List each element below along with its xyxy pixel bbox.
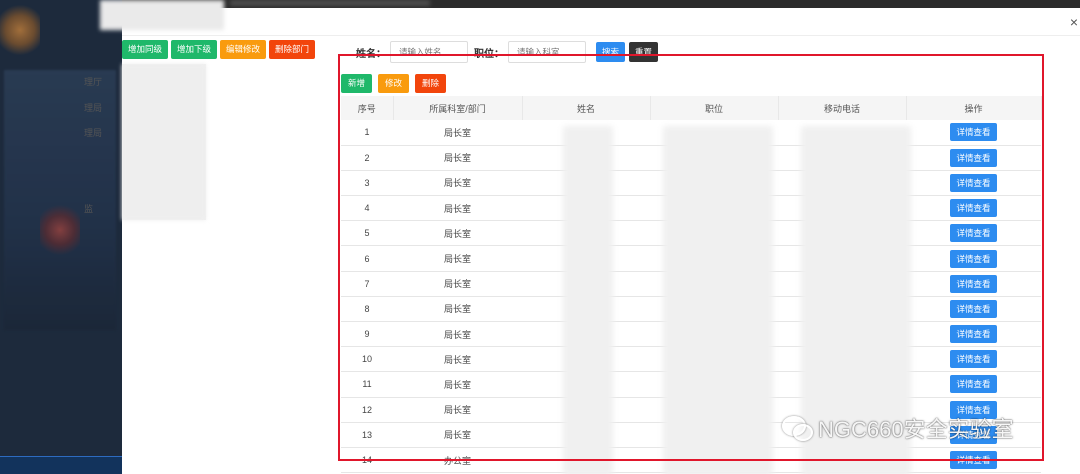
blurred-decoration xyxy=(40,200,80,260)
cell-operation: 详情查看 xyxy=(906,296,1041,323)
search-bar: 姓名： 职位： 搜索 重置 xyxy=(356,40,659,64)
detail-view-button[interactable]: 详情查看 xyxy=(950,274,997,293)
cell-operation: 详情查看 xyxy=(906,271,1041,297)
cell-operation: 详情查看 xyxy=(906,220,1041,247)
cell-operation: 详情查看 xyxy=(906,245,1041,272)
add-sibling-button[interactable]: 增加同级 xyxy=(122,40,169,59)
cell-operation: 详情查看 xyxy=(906,170,1041,197)
tree-toolbar: 增加同级 增加下级 编辑修改 删除部门 xyxy=(122,40,316,59)
detail-view-button[interactable]: 详情查看 xyxy=(950,148,997,167)
watermark-text: NGC660安全实验室 xyxy=(818,417,1014,442)
cell-index: 8 xyxy=(341,296,393,323)
header-index: 序号 xyxy=(341,96,394,120)
cell-index: 5 xyxy=(341,220,393,247)
cell-index: 10 xyxy=(341,346,393,373)
dialog-header: × xyxy=(122,8,1080,36)
search-button[interactable]: 搜索 xyxy=(596,42,626,62)
tree-item[interactable]: 理厅 xyxy=(84,75,102,88)
cell-dept: 办公室 xyxy=(393,447,522,474)
cell-dept: 局长室 xyxy=(393,371,522,398)
watermark: NGC660安全实验室 xyxy=(782,412,1014,444)
detail-view-button[interactable]: 详情查看 xyxy=(950,350,997,369)
delete-dept-button[interactable]: 删除部门 xyxy=(269,40,316,59)
cell-index: 12 xyxy=(341,397,393,423)
cell-dept: 局长室 xyxy=(393,422,522,448)
detail-view-button[interactable]: 详情查看 xyxy=(950,199,997,218)
redacted-names xyxy=(563,126,613,474)
detail-view-button[interactable]: 详情查看 xyxy=(950,325,997,344)
detail-view-button[interactable]: 详情查看 xyxy=(950,123,997,142)
cell-dept: 局长室 xyxy=(393,321,522,348)
header-operation: 操作 xyxy=(906,96,1042,120)
name-label: 姓名： xyxy=(356,48,386,60)
cell-index: 1 xyxy=(341,120,393,146)
blurred-logo xyxy=(0,0,40,60)
background-bottom-bar xyxy=(0,456,122,474)
cell-operation: 详情查看 xyxy=(906,195,1041,222)
cell-operation: 详情查看 xyxy=(906,120,1041,146)
position-search-input[interactable] xyxy=(508,41,586,63)
cell-operation: 详情查看 xyxy=(906,371,1041,398)
background-app-sidebar xyxy=(0,0,122,474)
tree-item[interactable]: 理局 xyxy=(84,101,102,114)
blurred-tab xyxy=(230,0,430,6)
content-toolbar: 新增 修改 删除 xyxy=(341,74,447,93)
reset-button[interactable]: 重置 xyxy=(629,42,659,62)
cell-dept: 局长室 xyxy=(393,346,522,373)
wechat-icon xyxy=(782,416,813,441)
detail-view-button[interactable]: 详情查看 xyxy=(950,299,997,318)
cell-index: 6 xyxy=(341,245,393,272)
position-label: 职位： xyxy=(474,48,504,60)
header-name: 姓名 xyxy=(522,96,651,120)
cell-operation: 详情查看 xyxy=(906,145,1041,171)
edit-dept-button[interactable]: 编辑修改 xyxy=(220,40,267,59)
edit-button[interactable]: 修改 xyxy=(378,74,410,93)
delete-button[interactable]: 删除 xyxy=(415,74,447,93)
detail-view-button[interactable]: 详情查看 xyxy=(950,375,997,394)
cell-dept: 局长室 xyxy=(393,170,522,197)
cell-operation: 详情查看 xyxy=(906,447,1041,474)
cell-index: 9 xyxy=(341,321,393,348)
cell-index: 14 xyxy=(341,447,393,474)
cell-operation: 详情查看 xyxy=(906,346,1041,373)
cell-dept: 局长室 xyxy=(393,271,522,297)
cell-dept: 局长室 xyxy=(393,220,522,247)
cell-dept: 局长室 xyxy=(393,120,522,146)
name-search-input[interactable] xyxy=(390,41,468,63)
add-button[interactable]: 新增 xyxy=(341,74,373,93)
detail-view-button[interactable]: 详情查看 xyxy=(950,224,997,243)
cell-dept: 局长室 xyxy=(393,195,522,222)
tree-item[interactable]: 理局 xyxy=(84,126,102,139)
cell-index: 11 xyxy=(341,371,393,398)
cell-operation: 详情查看 xyxy=(906,321,1041,348)
redacted-positions xyxy=(663,126,773,474)
department-tree xyxy=(122,64,206,220)
header-position: 职位 xyxy=(650,96,779,120)
close-icon[interactable]: × xyxy=(1070,14,1078,30)
table-header-row: 序号 所属科室/部门 姓名 职位 移动电话 操作 xyxy=(341,96,1042,120)
cell-index: 13 xyxy=(341,422,393,448)
cell-index: 2 xyxy=(341,145,393,171)
blurred-title xyxy=(100,0,224,30)
tree-item[interactable]: 监 xyxy=(84,202,93,215)
add-child-button[interactable]: 增加下级 xyxy=(171,40,218,59)
cell-dept: 局长室 xyxy=(393,397,522,423)
detail-view-button[interactable]: 详情查看 xyxy=(950,249,997,268)
header-dept: 所属科室/部门 xyxy=(393,96,523,120)
redacted-tree xyxy=(122,64,206,220)
detail-view-button[interactable]: 详情查看 xyxy=(950,173,997,192)
cell-dept: 局长室 xyxy=(393,145,522,171)
header-phone: 移动电话 xyxy=(778,96,907,120)
detail-view-button[interactable]: 详情查看 xyxy=(950,451,997,470)
cell-index: 4 xyxy=(341,195,393,222)
cell-index: 3 xyxy=(341,170,393,197)
cell-dept: 局长室 xyxy=(393,245,522,272)
cell-dept: 局长室 xyxy=(393,296,522,323)
cell-index: 7 xyxy=(341,271,393,297)
